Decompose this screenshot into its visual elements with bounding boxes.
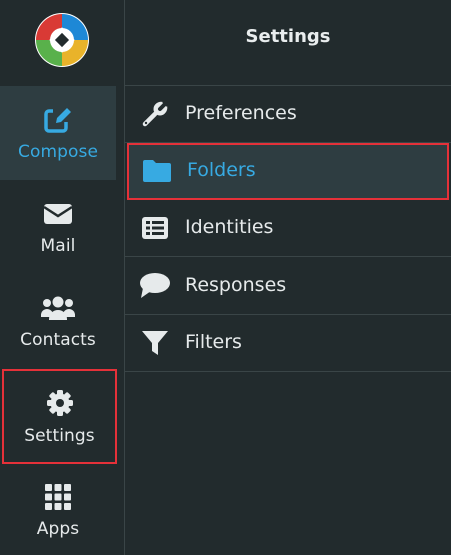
settings-item-label: Filters [185, 331, 242, 353]
nav-label-contacts: Contacts [20, 330, 96, 350]
settings-item-label: Responses [185, 274, 287, 296]
nav-item-compose[interactable]: Compose [0, 86, 116, 180]
nav-label-apps: Apps [36, 519, 80, 539]
app-window: Compose Mail Contacts Settings Apps Sett… [0, 0, 451, 555]
settings-item-label: Preferences [185, 102, 297, 124]
folder-icon [141, 157, 173, 185]
mail-icon [0, 198, 116, 230]
nav-item-mail[interactable]: Mail [0, 180, 116, 274]
nav-label-settings: Settings [24, 426, 95, 446]
page-title: Settings [245, 26, 331, 47]
apps-grid-icon [0, 481, 116, 513]
settings-panel: Settings Preferences Folders Identities … [125, 0, 451, 555]
wrench-icon [139, 100, 171, 128]
nav-label-compose: Compose [17, 142, 99, 162]
settings-item-responses[interactable]: Responses [125, 258, 451, 315]
nav-item-settings[interactable]: Settings [2, 369, 117, 464]
nav-item-contacts[interactable]: Contacts [0, 274, 116, 368]
nav-item-apps[interactable]: Apps [0, 463, 116, 555]
settings-item-preferences[interactable]: Preferences [125, 86, 451, 143]
speech-bubble-icon [139, 272, 171, 300]
settings-item-identities[interactable]: Identities [125, 200, 451, 257]
nav-label-mail: Mail [40, 236, 76, 256]
settings-item-label: Identities [185, 216, 274, 238]
gear-icon [4, 387, 115, 419]
settings-item-filters[interactable]: Filters [125, 315, 451, 372]
compose-icon [0, 104, 116, 136]
main-nav: Compose Mail Contacts Settings Apps [0, 0, 117, 555]
identities-list-icon [139, 214, 171, 242]
app-logo [34, 12, 90, 68]
filter-funnel-icon [139, 329, 171, 357]
contacts-icon [0, 292, 116, 324]
settings-item-folders[interactable]: Folders [127, 143, 449, 200]
settings-item-label: Folders [187, 159, 256, 181]
